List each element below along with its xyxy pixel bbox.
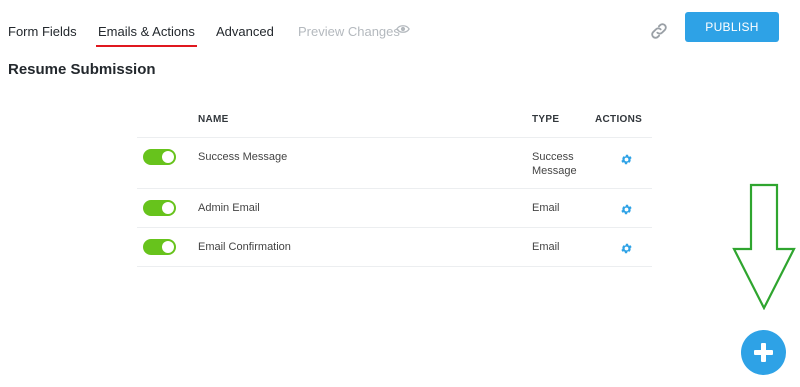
row-type: Email [532,202,560,214]
row-name: Admin Email [198,202,260,214]
tab-advanced[interactable]: Advanced [216,24,274,39]
publish-button[interactable]: PUBLISH [685,12,779,42]
plus-icon [754,343,773,362]
column-header-name: NAME [198,114,229,125]
top-navigation: Form Fields Emails & Actions Advanced Pr… [0,0,800,56]
row-name: Email Confirmation [198,241,291,253]
toggle-knob [162,202,174,214]
eye-icon [396,25,410,33]
page-title: Resume Submission [8,61,156,78]
enable-toggle[interactable] [143,149,176,165]
tab-form-fields[interactable]: Form Fields [8,24,77,39]
enable-toggle[interactable] [143,200,176,216]
row-type: Email [532,241,560,253]
row-name: Success Message [198,151,288,163]
gear-icon[interactable] [620,203,633,216]
toggle-knob [162,241,174,253]
column-header-type: TYPE [532,114,560,125]
table-row: Success Message Success Message [137,138,652,189]
down-arrow-icon [732,183,796,310]
table-row: Email Confirmation Email [137,228,652,267]
tab-preview-changes-label: Preview Changes [298,24,400,39]
row-type: Success Message [532,151,577,177]
tab-emails-actions[interactable]: Emails & Actions [96,24,197,47]
toggle-knob [162,151,174,163]
table-header: NAME TYPE ACTIONS [137,108,652,138]
column-header-actions: ACTIONS [595,114,643,125]
tab-preview-changes[interactable]: Preview Changes [298,24,410,39]
actions-table: NAME TYPE ACTIONS Success Message Succes… [137,108,652,267]
add-action-button[interactable] [741,330,786,375]
table-row: Admin Email Email [137,189,652,228]
enable-toggle[interactable] [143,239,176,255]
gear-icon[interactable] [620,242,633,255]
link-icon[interactable] [649,21,669,41]
gear-icon[interactable] [620,153,633,166]
